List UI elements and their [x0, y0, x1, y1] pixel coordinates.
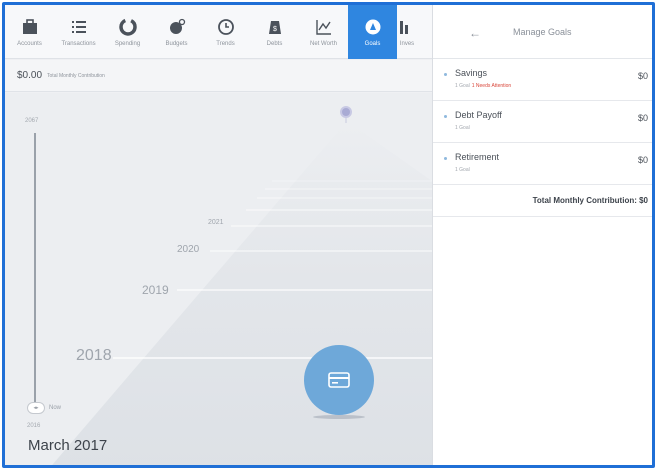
goal-name: Debt Payoff — [455, 110, 502, 120]
now-label: Now — [49, 405, 62, 411]
manage-goals-panel: ← Manage Goals Savings 1 Goal 1 Needs Att… — [432, 5, 652, 465]
nav-label: Goals — [364, 41, 381, 47]
nav-item-investments[interactable]: Inves — [397, 5, 417, 59]
budget-icon — [169, 18, 185, 34]
briefcase-icon — [22, 19, 37, 34]
nav-label: Inves — [399, 41, 415, 47]
app-window: Accounts Transactions Spending Budgets T… — [2, 2, 655, 468]
investments-icon — [400, 21, 408, 34]
timeline-perspective — [52, 113, 432, 465]
goal-marker[interactable] — [340, 106, 352, 118]
panel-title: Manage Goals — [513, 27, 572, 37]
nav-label: Accounts — [17, 41, 42, 47]
contribution-summary: $0.00 Total Monthly Contribution — [5, 60, 432, 92]
total-contribution: Total Monthly Contribution: $0 — [532, 196, 648, 205]
year-label-2021: 2021 — [208, 219, 224, 226]
nav-item-goals[interactable]: Goals — [348, 5, 397, 59]
year-label-2020: 2020 — [177, 244, 200, 255]
goal-name: Savings — [455, 68, 488, 78]
add-goal-button[interactable] — [304, 345, 374, 415]
line-chart-icon — [315, 20, 331, 35]
nav-label: Transactions — [61, 41, 96, 47]
goal-row-debt-payoff[interactable]: Debt Payoff 1 Goal $0 — [433, 101, 652, 143]
goal-row-retirement[interactable]: Retirement 1 Goal $0 — [433, 143, 652, 185]
nav-item-debts[interactable]: $ Debts — [250, 5, 299, 59]
list-icon — [71, 21, 86, 33]
year-label-2018: 2018 — [76, 347, 112, 364]
button-shadow — [313, 415, 365, 419]
bullet-icon — [444, 115, 447, 118]
goal-name: Retirement — [455, 152, 500, 162]
timeline-end-year: 2067 — [25, 118, 39, 124]
goal-count-text: 1 Goal — [455, 83, 470, 89]
goals-timeline: 2067 ◂▸ Now 2016 2018 2019 2020 2021 Mar… — [5, 93, 432, 465]
top-nav: Accounts Transactions Spending Budgets T… — [5, 5, 432, 59]
total-contribution-row: Total Monthly Contribution: $0 — [433, 185, 652, 217]
current-date: March 2017 — [28, 437, 108, 454]
nav-label: Debts — [266, 41, 283, 47]
nav-item-budgets[interactable]: Budgets — [152, 5, 201, 59]
nav-label: Net Worth — [310, 41, 337, 47]
goal-count: 1 Goal 1 Needs Attention — [455, 83, 511, 89]
debt-icon: $ — [268, 21, 281, 34]
nav-item-trends[interactable]: Trends — [201, 5, 250, 59]
pie-chart-icon — [118, 18, 137, 36]
nav-item-spending[interactable]: Spending — [103, 5, 152, 59]
timeline-start-year: 2016 — [27, 423, 41, 429]
goal-icon — [365, 19, 380, 35]
nav-label: Spending — [114, 41, 141, 47]
card-icon — [328, 372, 350, 388]
goal-count: 1 Goal — [455, 167, 470, 173]
goal-amount: $0 — [637, 71, 648, 81]
contribution-label: Total Monthly Contribution — [47, 72, 105, 79]
timeline-slider-track[interactable] — [34, 133, 36, 403]
goal-amount: $0 — [637, 155, 648, 165]
goal-count: 1 Goal — [455, 125, 470, 131]
goal-amount: $0 — [637, 113, 648, 123]
nav-item-net-worth[interactable]: Net Worth — [299, 5, 348, 59]
nav-item-accounts[interactable]: Accounts — [5, 5, 54, 59]
contribution-amount: $0.00 — [17, 70, 43, 81]
year-label-2019: 2019 — [142, 283, 169, 297]
goal-row-savings[interactable]: Savings 1 Goal 1 Needs Attention $0 — [433, 59, 652, 101]
panel-header: ← Manage Goals — [433, 5, 652, 59]
bullet-icon — [444, 157, 447, 160]
arrow-left-icon[interactable]: ← — [469, 26, 481, 40]
nav-label: Budgets — [165, 41, 188, 47]
goal-alert: 1 Needs Attention — [471, 83, 512, 89]
clock-icon — [217, 19, 234, 35]
nav-item-transactions[interactable]: Transactions — [54, 5, 103, 59]
svg-text:$: $ — [273, 26, 277, 33]
bullet-icon — [444, 73, 447, 76]
timeline-slider-handle[interactable]: ◂▸ — [27, 402, 45, 414]
nav-label: Trends — [216, 41, 235, 47]
